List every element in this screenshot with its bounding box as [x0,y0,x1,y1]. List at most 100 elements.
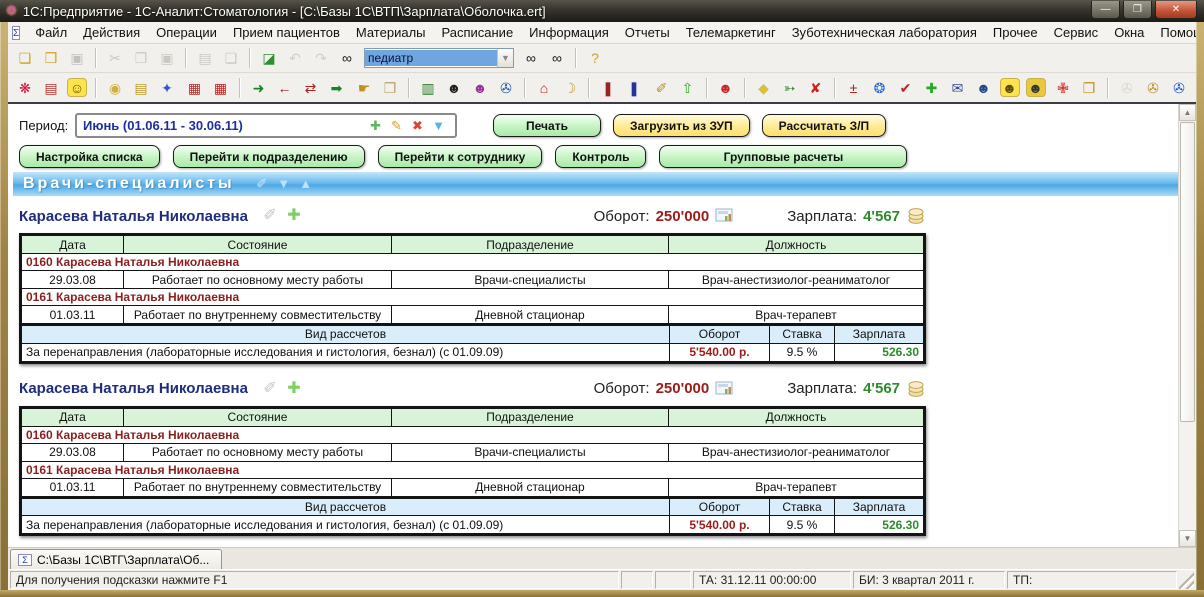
turnover-chart-icon[interactable] [715,208,735,224]
report-tab[interactable]: Σ C:\Базы 1С\ВТГ\Зарплата\Об... [10,549,222,569]
archive-box-icon[interactable]: ❒ [378,77,402,99]
employment-row[interactable]: 01.03.11 Работает по внутреннему совмест… [22,478,924,496]
catalog-books-icon[interactable]: ▥ [416,77,440,99]
menu-item[interactable]: Файл [28,24,74,41]
schedule-grid-icon[interactable]: ▦ [209,77,233,99]
action-button[interactable]: Контроль [555,145,646,168]
journal-blue-icon[interactable]: ❚ [622,77,646,99]
menu-item[interactable]: Прием пациентов [226,24,347,41]
section-header[interactable]: Врачи-специалисты ✐▼▲ [13,172,1178,196]
vertical-scrollbar[interactable]: ▲ ▼ [1178,104,1196,547]
action-button[interactable]: Групповые расчеты [659,145,907,168]
record-edit-search-icon[interactable]: ✐ [650,77,674,99]
employment-group-row[interactable]: 0161 Карасева Наталья Николаевна [22,461,924,478]
report-icon[interactable]: Σ [12,26,20,40]
persons-pair-icon[interactable]: ☻ [972,77,996,99]
load-zup-button[interactable]: Загрузить из ЗУП [613,114,750,137]
staff-group-icon[interactable]: ☻ [468,77,492,99]
turnover-chart-icon[interactable] [715,381,735,397]
scroll-down-icon[interactable]: ▼ [1179,530,1196,547]
action-button[interactable]: Перейти к подразделению [173,145,365,168]
section-edit-icon[interactable]: ✐ [252,173,272,195]
internet-globe-icon[interactable]: ❂ [868,77,892,99]
cash-coins-icon[interactable]: ◉ [103,77,127,99]
title-bar[interactable]: ❁ 1С:Предприятие - 1С-Аналит:Стоматологи… [0,0,1204,22]
employee-hire-icon[interactable]: ⇧ [676,77,700,99]
menu-item[interactable]: Телемаркетинг [679,24,783,41]
find-next-icon[interactable]: ∞ [519,47,543,69]
calc-row[interactable]: За перенаправления (лабораторные исследо… [22,516,924,534]
menu-item[interactable]: Окна [1107,24,1151,41]
document-return-icon[interactable]: ← [273,77,297,99]
employment-row[interactable]: 01.03.11 Работает по внутреннему совмест… [22,306,924,324]
settings-transfer-icon[interactable]: ✇ [1141,77,1165,99]
calc-salary-button[interactable]: Рассчитать З/П [762,114,887,137]
employment-row[interactable]: 29.03.08 Работает по основному месту раб… [22,271,924,289]
services-cube-icon[interactable]: ▦ [183,77,207,99]
journal-red-icon[interactable]: ❚ [596,77,620,99]
workstation-icon[interactable]: ✇ [494,77,518,99]
menu-item[interactable]: Материалы [349,24,433,41]
cancel-person-icon[interactable]: ✘ [804,77,828,99]
document-forward-icon[interactable]: ➡ [325,77,349,99]
menu-item[interactable]: Отчеты [618,24,677,41]
action-button[interactable]: Перейти к сотруднику [378,145,543,168]
ambulance-icon[interactable]: ✙ [1051,77,1075,99]
employment-row[interactable]: 29.03.08 Работает по основному месту раб… [22,443,924,461]
new-document-icon[interactable]: ❏ [13,47,37,69]
document-check-icon[interactable]: ✔ [894,77,918,99]
window-export-icon[interactable]: ❐ [1077,77,1101,99]
minimize-button[interactable]: — [1091,1,1120,19]
document-import-icon[interactable]: ➜ [247,77,271,99]
calc-row[interactable]: За перенаправления (лабораторные исследо… [22,343,924,361]
section-move-up-icon[interactable]: ▲ [296,173,316,195]
timesheet-hand-icon[interactable]: ☛ [352,77,376,99]
period-field[interactable]: Июнь (01.06.11 - 30.06.11) ✚✎✖▼ [75,113,457,138]
scrollbar-thumb[interactable] [1180,122,1195,422]
help-icon[interactable]: ? [583,47,607,69]
patients-journal-icon[interactable]: ▤ [39,77,63,99]
employee-edit-icon[interactable]: ✐ [259,378,281,400]
menu-item[interactable]: Расписание [435,24,521,41]
menu-item[interactable]: Сервис [1047,24,1106,41]
doctor-smiley-icon[interactable]: ☺ [67,78,87,97]
salary-coins-icon[interactable] [906,207,926,225]
route-arrows-icon[interactable]: ➳ [778,77,802,99]
maximize-button[interactable]: ❐ [1123,1,1152,19]
period-add-icon[interactable]: ✚ [366,116,385,135]
period-delete-icon[interactable]: ✖ [408,116,427,135]
section-move-down-icon[interactable]: ▼ [274,173,294,195]
settings-sync-icon[interactable]: ✇ [1167,77,1191,99]
find-previous-icon[interactable]: ∞ [545,47,569,69]
period-edit-icon[interactable]: ✎ [387,116,406,135]
partners-night-icon[interactable]: ☽ [558,77,582,99]
menu-item[interactable]: Прочее [986,24,1045,41]
salary-coins-icon[interactable] [906,380,926,398]
scroll-up-icon[interactable]: ▲ [1179,104,1196,121]
close-button[interactable]: ✕ [1155,1,1197,19]
combo-dropdown-icon[interactable]: ▼ [497,49,513,67]
menu-item[interactable]: Информация [522,24,616,41]
smiley-cool-icon[interactable]: ☻ [1000,78,1020,97]
personnel-tools-icon[interactable]: ✦ [155,77,179,99]
resize-grip[interactable] [1179,571,1194,589]
butterfly-icon[interactable]: ❋ [13,77,37,99]
employee-add-icon[interactable]: ✚ [283,378,305,400]
salary-document-icon[interactable]: ▤ [129,77,153,99]
employee-edit-icon[interactable]: ✐ [259,205,281,227]
quick-search-value[interactable]: педиатр [365,50,497,66]
clinic-building-icon[interactable]: ⌂ [532,77,556,99]
scrollbar-track[interactable] [1179,423,1196,530]
quick-search-combo[interactable]: педиатр ▼ [364,48,514,68]
employee-add-icon[interactable]: ✚ [283,205,305,227]
document-plusminus-icon[interactable]: ± [842,77,866,99]
employment-group-row[interactable]: 0160 Карасева Наталья Николаевна [22,254,924,271]
person-mail-icon[interactable]: ✉ [946,77,970,99]
menu-item[interactable]: Зуботехническая лаборатория [785,24,984,41]
menu-item[interactable]: Действия [76,24,147,41]
find-icon[interactable]: ∞ [335,47,359,69]
patient-profile-icon[interactable]: ☻ [442,77,466,99]
period-select-icon[interactable]: ▼ [429,116,448,135]
open-folder-icon[interactable]: ❒ [39,47,63,69]
document-exchange-icon[interactable]: ⇄ [299,77,323,99]
